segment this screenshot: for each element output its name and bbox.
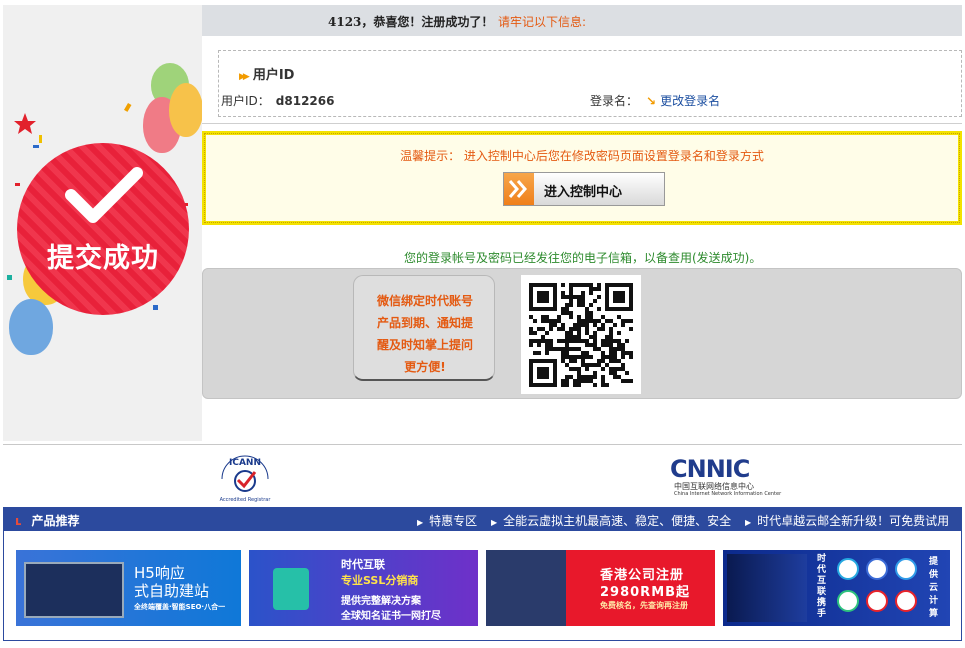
cnnic-logo: CNNIC 中国互联网络信息中心 China Internet Network … <box>670 455 781 501</box>
tip-text: 温馨提示： 进入控制中心后您在修改密码页面设置登录名和登录方式 <box>400 149 764 163</box>
partner-logo-icon <box>895 590 917 612</box>
divider <box>202 123 962 124</box>
product-recommend-title: ʟ 产品推荐 <box>15 514 80 528</box>
icann-logo: ICANN Accredited Registrar <box>214 451 276 503</box>
divider <box>3 444 962 445</box>
h5-site-builder-banner[interactable]: H5响应 式自助建站 全终端覆盖·智能SEO·八合一 <box>16 550 241 626</box>
partner-logo-icon <box>837 558 859 580</box>
login-name-row: 登录名： ↘ 更改登录名 <box>590 92 720 109</box>
arrow-down-right-icon: ↘ <box>646 94 657 108</box>
triangle-right-icon: ▶ <box>417 518 424 527</box>
special-offer-link[interactable]: ▶ 特惠专区 <box>417 512 477 529</box>
remember-note: 请牢记以下信息: <box>498 15 587 29</box>
success-seal: 提交成功 <box>17 143 189 315</box>
uid-label: 用户ID： <box>221 94 270 108</box>
section-title: ▶▶ 用户ID <box>239 68 295 83</box>
cloud-partners-banner[interactable]: 时代互联携手 提供云计算 <box>723 550 950 626</box>
double-chevron-icon <box>504 173 534 205</box>
seal-text: 提交成功 <box>47 243 159 274</box>
lock-icon <box>273 568 309 610</box>
partner-logos <box>837 558 921 618</box>
success-illustration: 提交成功 <box>3 5 202 441</box>
button-label: 进入控制中心 <box>544 185 623 200</box>
tip-box: 温馨提示： 进入控制中心后您在修改密码页面设置登录名和登录方式 进入控制中心 <box>202 131 962 225</box>
congrats-text: 4123，恭喜您！注册成功了！ <box>328 15 494 29</box>
product-banners: H5响应 式自助建站 全终端覆盖·智能SEO·八合一 时代互联 专业SSL分销商… <box>3 531 962 641</box>
product-recommend-bar: ʟ 产品推荐 ▶ 特惠专区 ▶ 全能云虚拟主机最高速、稳定、便捷、安全 ▶ 时代卓越云邮… <box>3 507 962 531</box>
triangle-right-icon: ▶ <box>491 518 498 527</box>
triangle-right-icon: ▶ <box>745 518 752 527</box>
cnnic-word: CNNIC <box>670 455 750 483</box>
change-login-name-link[interactable]: 更改登录名 <box>660 94 720 108</box>
devices-image <box>24 562 124 618</box>
enter-control-center-button[interactable]: 进入控制中心 <box>503 172 665 206</box>
congrats-header: 4123，恭喜您！注册成功了！ 请牢记以下信息: <box>202 5 962 36</box>
server-room-image <box>727 554 807 622</box>
partner-logo-icon <box>866 590 888 612</box>
uid-row: 用户ID： d812266 <box>221 92 334 109</box>
qr-code <box>521 275 641 394</box>
wechat-bind-card[interactable]: 微信绑定时代账号 产品到期、通知提 醒及时知掌上提问 更方便! <box>353 275 495 381</box>
ssl-reseller-banner[interactable]: 时代互联 专业SSL分销商 提供完整解决方案 全球知名证书一网打尽 <box>249 550 478 626</box>
cnnic-english-name: China Internet Network Information Cente… <box>674 491 782 497</box>
mail-sent-note: 您的登录帐号及密码已经发往您的电子信箱，以备查用(发送成功)。 <box>404 251 762 265</box>
checkmark-icon <box>65 167 143 223</box>
partner-logo-icon <box>895 558 917 580</box>
icann-word: ICANN <box>229 458 261 468</box>
registration-success-page: 提交成功 4123，恭喜您！注册成功了！ 请牢记以下信息: ▶▶ 用户ID 用户I… <box>0 0 965 648</box>
account-info-box: ▶▶ 用户ID 用户ID： d812266 登录名： ↘ 更改登录名 <box>218 50 962 117</box>
wechat-bind-text: 微信绑定时代账号 产品到期、通知提 醒及时知掌上提问 更方便! <box>376 294 473 374</box>
login-name-label: 登录名： <box>590 94 639 108</box>
title-mark-icon: ʟ <box>15 514 22 528</box>
wechat-bind-box: 微信绑定时代账号 产品到期、通知提 醒及时知掌上提问 更方便! <box>202 268 962 399</box>
cloud-hosting-link[interactable]: ▶ 全能云虚拟主机最高速、稳定、便捷、安全 <box>491 512 731 529</box>
uid-value: d812266 <box>275 94 335 108</box>
partner-logo-icon <box>837 590 859 612</box>
hk-company-registration-banner[interactable]: 香港公司注册 2980RMB起 免费核名，先查询再注册 <box>486 550 715 626</box>
icann-subtitle: Accredited Registrar <box>220 497 272 503</box>
double-arrow-icon: ▶▶ <box>239 72 250 82</box>
cloud-mail-link[interactable]: ▶ 时代卓越云邮全新升级！可免费试用 <box>745 512 949 529</box>
partner-logo-icon <box>866 558 888 580</box>
